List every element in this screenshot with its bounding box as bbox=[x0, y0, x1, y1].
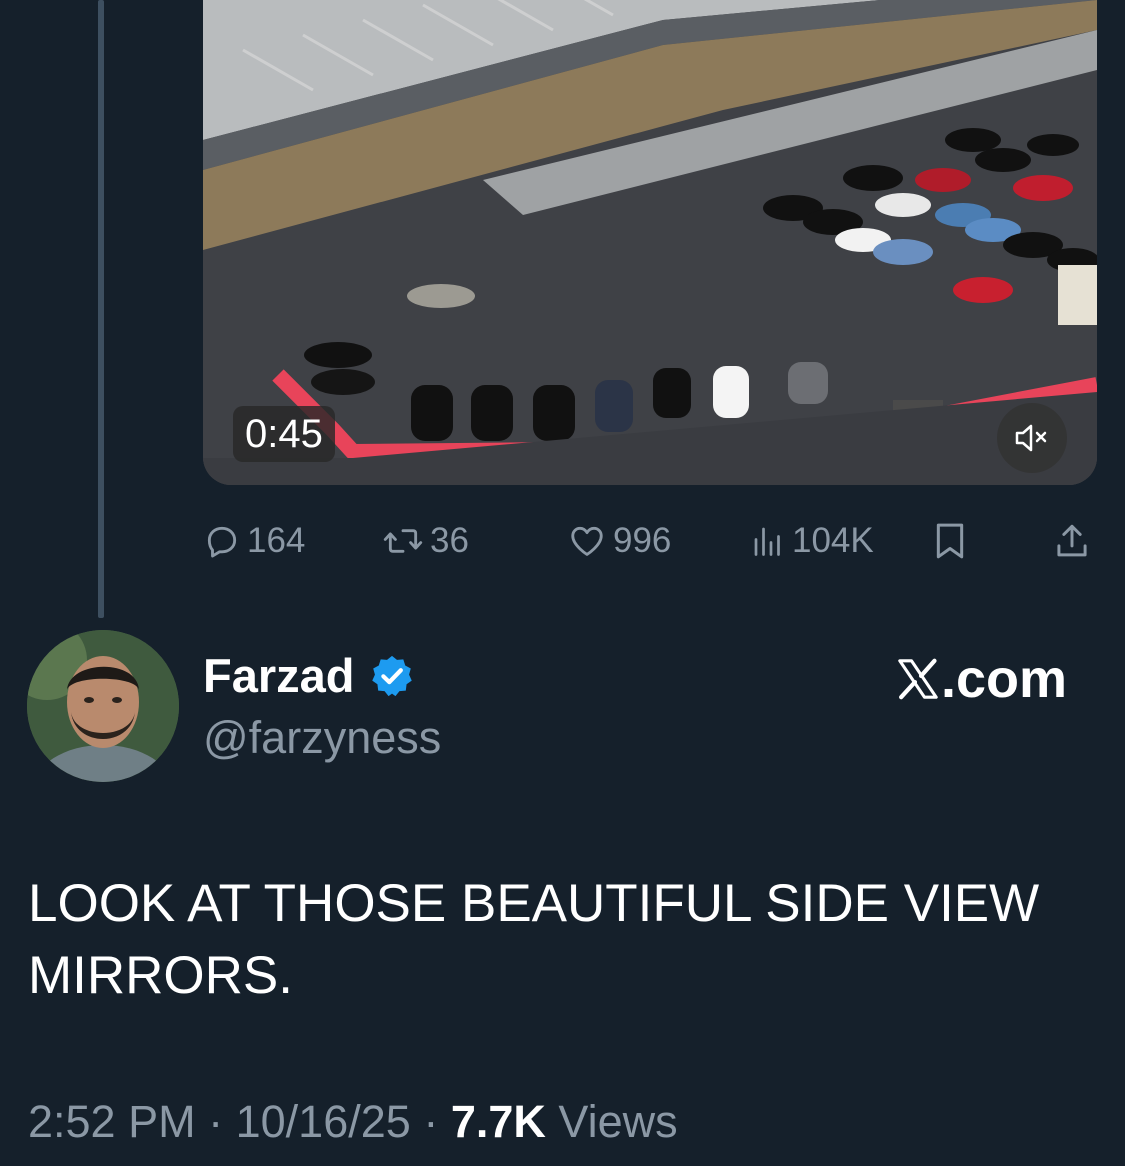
share-icon bbox=[1057, 524, 1087, 557]
tweet-views-count: 7.7K bbox=[450, 1096, 546, 1147]
tweet-meta: 2:52 PM · 10/16/25 · 7.7K Views bbox=[28, 1096, 678, 1148]
speaker-muted-icon bbox=[1015, 424, 1047, 452]
quoted-author-header: Farzad @farzyness .com bbox=[0, 628, 1125, 788]
repost-icon bbox=[383, 529, 423, 553]
reply-icon bbox=[207, 526, 237, 558]
tweet-actions-bar: 164 36 996 104K bbox=[0, 517, 1125, 565]
tweet-time[interactable]: 2:52 PM bbox=[28, 1096, 196, 1147]
like-button[interactable]: 996 bbox=[567, 517, 671, 565]
video-timestamp: 0:45 bbox=[233, 406, 335, 462]
avatar[interactable] bbox=[27, 630, 179, 782]
author-name[interactable]: Farzad bbox=[203, 648, 355, 703]
meta-separator: · bbox=[208, 1096, 224, 1147]
views-icon bbox=[754, 527, 780, 556]
views-count: 104K bbox=[792, 521, 874, 560]
source-link[interactable]: .com bbox=[895, 648, 1067, 710]
verified-badge-icon bbox=[371, 655, 412, 696]
tweet-date[interactable]: 10/16/25 bbox=[236, 1096, 411, 1147]
reply-count: 164 bbox=[247, 521, 306, 560]
mute-button[interactable] bbox=[997, 403, 1067, 473]
meta-separator: · bbox=[423, 1096, 439, 1147]
bookmark-icon bbox=[936, 523, 964, 559]
author-name-row: Farzad bbox=[203, 648, 415, 703]
video-thumbnail bbox=[203, 0, 1097, 485]
bookmark-button[interactable] bbox=[933, 517, 973, 565]
video-player[interactable]: 0:45 bbox=[203, 0, 1097, 485]
x-logo-icon bbox=[898, 658, 938, 700]
repost-count: 36 bbox=[430, 521, 469, 560]
repost-button[interactable]: 36 bbox=[382, 517, 469, 565]
reply-button[interactable]: 164 bbox=[203, 517, 305, 565]
author-handle[interactable]: @farzyness bbox=[203, 712, 441, 764]
tweet-text: LOOK AT THOSE BEAUTIFUL SIDE VIEW MIRROR… bbox=[28, 874, 1040, 1005]
tweet-views-label: Views bbox=[558, 1096, 678, 1147]
source-label: .com bbox=[940, 649, 1067, 709]
views-button[interactable]: 104K bbox=[750, 517, 874, 565]
share-button[interactable] bbox=[1054, 517, 1096, 565]
like-icon bbox=[571, 526, 603, 556]
like-count: 996 bbox=[613, 521, 672, 560]
